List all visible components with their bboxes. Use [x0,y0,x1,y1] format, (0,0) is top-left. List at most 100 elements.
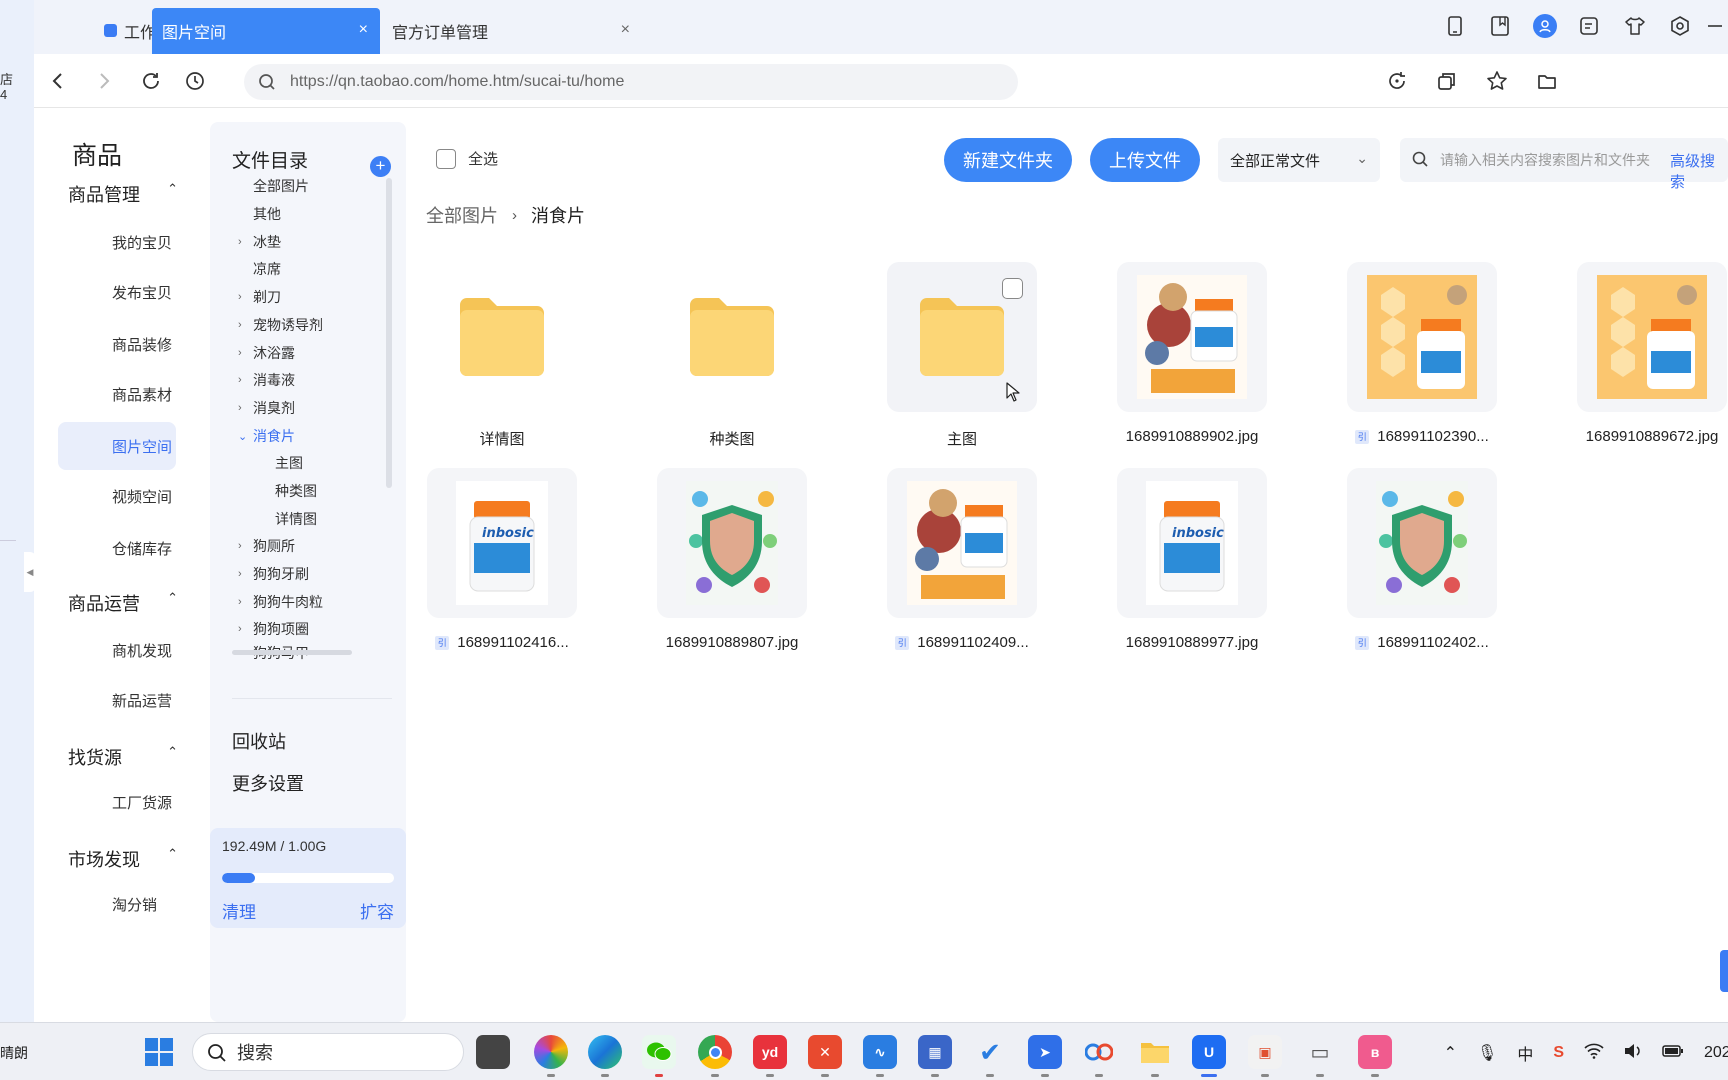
recycle-bin-link[interactable]: 回收站 [232,728,286,754]
menu-item-new-product-ops[interactable]: 新品运营 [68,676,186,724]
menu-group-product-management[interactable]: 商品管理 ⌃ [68,181,178,207]
menu-item-material[interactable]: 商品素材 [68,370,186,418]
upload-file-button[interactable]: 上传文件 [1090,138,1200,182]
bilibili-icon[interactable]: ʙ [1358,1035,1392,1077]
tree-item[interactable]: › 狗厕所 [238,532,295,560]
select-all-checkbox[interactable]: 全选 [436,148,498,169]
chrome-icon[interactable] [698,1035,732,1077]
wechat-icon[interactable] [642,1035,676,1077]
floating-side-tab[interactable] [1720,950,1728,992]
menu-item-video-space[interactable]: 视频空间 [68,472,186,520]
wifi-icon[interactable] [1584,1043,1604,1064]
folder-card[interactable]: 种类图 [657,262,807,448]
windows-start-icon[interactable] [144,1037,174,1072]
calendar-grid-icon[interactable]: ▦ [918,1035,952,1077]
item-checkbox[interactable] [1002,278,1023,299]
tree-item-selected[interactable]: ⌄ 消食片 [238,422,295,450]
tree-item[interactable]: › 冰垫 [238,228,281,256]
wps-icon[interactable]: ✕ [808,1035,842,1077]
volume-icon[interactable] [1624,1043,1642,1064]
image-card[interactable]: 引 168991102390... [1347,262,1497,445]
tree-item[interactable]: › 宠物诱导剂 [238,311,323,339]
baidu-netdisk-icon[interactable] [1082,1035,1116,1077]
folder-card[interactable]: 详情图 [427,262,577,448]
tree-item[interactable]: 全部图片 [253,172,309,200]
image-card[interactable]: 1689910889672.jpg [1577,262,1727,445]
tree-vertical-scrollbar[interactable] [386,178,392,488]
image-card[interactable]: 引 168991102409... [887,468,1037,651]
tree-item[interactable]: 其他 [253,200,281,228]
back-icon[interactable] [40,64,74,98]
advanced-search-link[interactable]: 高级搜索 [1670,150,1728,192]
copy-icon[interactable] [1430,64,1464,98]
chart-app-icon[interactable]: ∿ [863,1035,897,1077]
menu-item-factory[interactable]: 工厂货源 [68,778,186,826]
tree-item[interactable]: › 消毒液 [238,366,295,394]
forward-icon[interactable] [88,64,122,98]
ime-indicator[interactable]: 中 [1517,1041,1533,1065]
new-folder-button[interactable]: 新建文件夹 [944,138,1072,182]
breadcrumb-root[interactable]: 全部图片 [426,202,498,228]
menu-item-image-space[interactable]: 图片空间 [58,422,176,470]
menu-item-distribution[interactable]: 淘分销 [68,880,186,928]
file-filter-select[interactable]: 全部正常文件 ⌄ [1218,138,1380,182]
tree-item[interactable]: › 消臭剂 [238,394,295,422]
tree-item[interactable]: 凉席 [253,255,281,283]
more-settings-link[interactable]: 更多设置 [232,770,304,796]
image-card[interactable]: 1689910889807.jpg [657,468,807,651]
tree-item[interactable]: › 狗狗牛肉粒 [238,588,323,616]
menu-group-sourcing[interactable]: 找货源 ⌃ [68,744,178,770]
minimize-icon[interactable] [1702,12,1728,40]
close-icon[interactable]: × [359,22,368,38]
history-icon[interactable] [178,64,212,98]
image-card[interactable]: 引 168991102402... [1347,468,1497,651]
tree-item[interactable]: › 剃刀 [238,283,281,311]
remote-desktop-icon[interactable]: ▭ [1303,1035,1337,1077]
address-bar[interactable]: https://qn.taobao.com/home.htm/sucai-tu/… [244,64,1018,100]
menu-item-decoration[interactable]: 商品装修 [68,320,186,368]
tab-image-space[interactable]: 图片空间 × [152,8,380,54]
clean-button[interactable]: 清理 [222,898,256,923]
user-avatar-icon[interactable] [1522,12,1567,40]
youdao-dict-icon[interactable]: yd [753,1035,787,1077]
add-folder-icon[interactable]: + [370,156,391,177]
tree-item[interactable]: › 沐浴露 [238,339,295,367]
folder-icon[interactable] [1530,64,1564,98]
edge-browser-icon[interactable] [588,1035,622,1077]
expand-button[interactable]: 扩容 [360,898,394,923]
notebook-icon[interactable] [1477,12,1522,40]
menu-item-publish[interactable]: 发布宝贝 [68,268,186,316]
todo-check-icon[interactable]: ✔ [973,1035,1007,1077]
microphone-icon[interactable]: 🎙 [1477,1043,1497,1063]
edit-note-icon[interactable] [1567,12,1612,40]
presentation-icon[interactable]: ▣ [1248,1035,1282,1077]
tab-order-management[interactable]: 官方订单管理 × [380,8,642,54]
tree-subitem[interactable]: 详情图 [275,505,317,533]
image-card[interactable]: inbosic 引 168991102416... [427,468,577,651]
color-picker-app-icon[interactable] [534,1035,568,1077]
menu-item-inventory[interactable]: 仓储库存 [68,524,186,572]
chevron-up-icon[interactable]: ⌃ [1444,1043,1457,1063]
task-view-icon[interactable] [476,1035,510,1069]
reload-icon[interactable] [134,64,168,98]
sogou-ime-icon[interactable]: S [1553,1044,1564,1062]
tree-subitem[interactable]: 主图 [275,449,303,477]
tree-subitem[interactable]: 种类图 [275,477,317,505]
tree-horizontal-scrollbar[interactable] [232,650,352,655]
menu-item-opportunity[interactable]: 商机发现 [68,626,186,674]
image-card[interactable]: 1689910889902.jpg [1117,262,1267,445]
tree-item[interactable]: › 狗狗项圈 [238,615,309,643]
favorite-star-icon[interactable] [1480,64,1514,98]
shirt-icon[interactable] [1612,12,1657,40]
menu-item-my-products[interactable]: 我的宝贝 [68,218,186,266]
menu-group-operations[interactable]: 商品运营 ⌃ [68,590,178,616]
settings-icon[interactable] [1657,12,1702,40]
tree-item[interactable]: › 狗狗牙刷 [238,560,309,588]
dingtalk-icon[interactable]: ➤ [1028,1035,1062,1077]
file-search-input[interactable]: 请输入相关内容搜索图片和文件夹 高级搜索 [1400,138,1728,191]
taskbar-search-box[interactable]: 搜索 [192,1033,464,1071]
menu-group-market[interactable]: 市场发现 ⌃ [68,846,178,872]
image-card[interactable]: inbosic 1689910889977.jpg [1117,468,1267,651]
clock-text[interactable]: 202 [1704,1044,1728,1062]
file-explorer-icon[interactable] [1138,1035,1172,1077]
